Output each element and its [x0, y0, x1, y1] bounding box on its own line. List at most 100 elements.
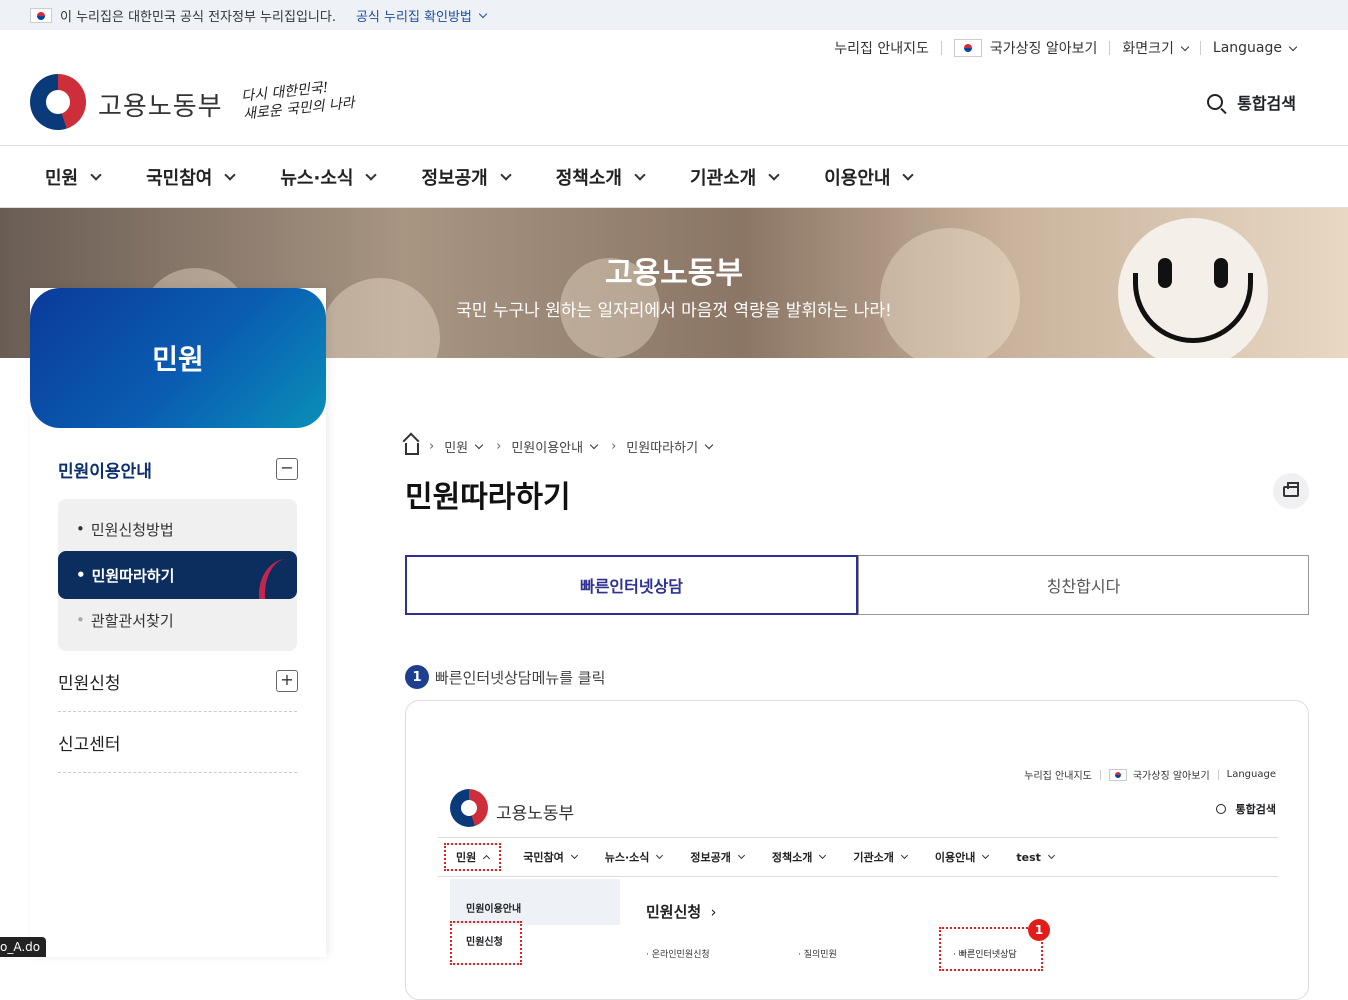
sidebar-title: 민원: [30, 288, 326, 428]
sidebar-section-report[interactable]: 신고센터: [58, 730, 121, 755]
ministry-logo-icon: [450, 789, 488, 827]
breadcrumb-separator: ›: [496, 439, 501, 454]
gnb-label: 정보공개: [421, 164, 487, 190]
breadcrumb-item[interactable]: 민원: [444, 437, 468, 456]
logo-text[interactable]: 고용노동부: [98, 86, 223, 123]
search-icon: [1216, 804, 1226, 814]
chevron-down-icon: [738, 852, 745, 859]
utility-links: 누리집 안내지도 국가상징 알아보기 화면크기 Language: [834, 38, 1296, 58]
sidebar-section-apply[interactable]: 민원신청: [58, 669, 121, 694]
gnb-item-civil[interactable]: 민원: [45, 164, 100, 190]
divider: [941, 41, 942, 55]
gnb-label: 기관소개: [690, 164, 756, 190]
step-heading: 1 빠른인터넷상담메뉴를 클릭: [405, 665, 605, 689]
chevron-down-icon: [90, 169, 101, 180]
mini-menu-item: · 온라인민원신청: [646, 947, 710, 960]
search-label: 통합검색: [1237, 90, 1296, 114]
search-button[interactable]: 통합검색: [1207, 90, 1296, 114]
mini-search-label: 통합검색: [1236, 801, 1276, 817]
zoom-menu[interactable]: 화면크기: [1122, 38, 1174, 58]
gnb-item-about[interactable]: 기관소개: [690, 164, 778, 190]
chevron-down-icon[interactable]: [590, 441, 598, 449]
search-icon: [1207, 94, 1223, 110]
expand-icon[interactable]: +: [276, 670, 298, 692]
divider: [1100, 770, 1101, 780]
chevron-down-icon: [1181, 42, 1189, 50]
breadcrumb: › 민원 › 민원이용안내 › 민원따라하기: [405, 437, 712, 456]
mini-gnb-label: 이용안내: [935, 849, 975, 865]
ministry-logo-icon[interactable]: [30, 74, 86, 130]
korea-flag-icon: [30, 8, 52, 23]
slogan: 다시 대한민국! 새로운 국민의 나라: [240, 76, 355, 124]
gnb-label: 민원: [45, 164, 78, 190]
page-title: 민원따라하기: [405, 472, 571, 516]
mini-gnb-item: test: [1016, 851, 1054, 864]
gnb-item-policy[interactable]: 정책소개: [556, 164, 644, 190]
chevron-up-icon: [483, 855, 490, 862]
print-button[interactable]: [1273, 473, 1309, 509]
mini-gnb-label: 정책소개: [772, 849, 812, 865]
mini-gnb-label: test: [1016, 851, 1041, 864]
chevron-down-icon: [819, 852, 826, 859]
print-icon: [1283, 486, 1299, 497]
divider: [1109, 41, 1110, 55]
mini-symbol: 국가상징 알아보기: [1133, 767, 1210, 782]
divider: [58, 711, 297, 712]
gnb-item-guide[interactable]: 이용안내: [824, 164, 912, 190]
mini-utility: 누리집 안내지도 국가상징 알아보기 Language: [1024, 767, 1276, 782]
gnb-item-disclosure[interactable]: 정보공개: [421, 164, 509, 190]
mini-gnb-item: 국민참여: [523, 849, 576, 865]
mini-gnb-label: 뉴스·소식: [605, 849, 650, 865]
mini-gnb-item: 정책소개: [772, 849, 825, 865]
breadcrumb-item[interactable]: 민원따라하기: [626, 437, 698, 456]
mini-language: Language: [1227, 769, 1276, 780]
mini-gnb-label: 민원: [456, 849, 476, 865]
mini-sitemap: 누리집 안내지도: [1024, 767, 1092, 782]
sidebar-item-apply-method[interactable]: •민원신청방법: [58, 505, 297, 553]
mini-left-active: 민원이용안내: [450, 879, 620, 925]
home-icon[interactable]: [405, 443, 419, 455]
mini-gnb-label: 국민참여: [523, 849, 563, 865]
collapse-icon[interactable]: −: [276, 458, 298, 480]
step-badge: 1: [1028, 919, 1050, 941]
main-navigation: 민원 국민참여 뉴스·소식 정보공개 정책소개 기관소개 이용안내: [0, 145, 1348, 208]
mini-gnb-item: 민원: [450, 849, 495, 865]
mini-panel-title-text: 민원신청: [646, 903, 701, 921]
gnb-label: 국민참여: [146, 164, 212, 190]
chevron-down-icon[interactable]: [705, 441, 713, 449]
gnb-label: 이용안내: [824, 164, 890, 190]
gnb-item-news[interactable]: 뉴스·소식: [280, 164, 375, 190]
chevron-down-icon: [1289, 42, 1297, 50]
mini-gnb-label: 정보공개: [690, 849, 730, 865]
tab-praise[interactable]: 칭찬합시다: [858, 555, 1309, 615]
mini-navigation: 민원 국민참여 뉴스·소식 정보공개 정책소개 기관소개 이용안내 test: [438, 837, 1278, 877]
chevron-down-icon: [634, 169, 645, 180]
korea-flag-icon: [954, 39, 982, 57]
mini-left-highlight: 민원신청: [452, 923, 520, 963]
breadcrumb-separator: ›: [429, 439, 434, 454]
hero-title: 고용노동부: [0, 248, 1348, 292]
sidebar-item-label: 민원신청방법: [91, 519, 174, 540]
sidebar-section-guide[interactable]: 민원이용안내: [58, 457, 152, 482]
sitemap-link[interactable]: 누리집 안내지도: [834, 38, 929, 58]
mini-gnb-item: 뉴스·소식: [605, 849, 663, 865]
chevron-down-icon: [769, 169, 780, 180]
mini-gnb-item: 정보공개: [690, 849, 743, 865]
national-symbol-link[interactable]: 국가상징 알아보기: [990, 38, 1098, 58]
sidebar-item-follow-along[interactable]: •민원따라하기: [58, 551, 297, 599]
gnb-item-participation[interactable]: 국민참여: [146, 164, 234, 190]
gov-banner: 이 누리집은 대한민국 공식 전자정부 누리집입니다. 공식 누리집 확인방법: [0, 0, 1348, 30]
sidebar-item-label: 민원따라하기: [92, 565, 175, 586]
tab-quick-consult[interactable]: 빠른인터넷상담: [405, 555, 858, 615]
mini-gnb-item: 이용안내: [935, 849, 988, 865]
chevron-down-icon[interactable]: [475, 441, 483, 449]
chevron-down-icon: [225, 169, 236, 180]
language-menu[interactable]: Language: [1213, 40, 1282, 56]
gov-verify-link[interactable]: 공식 누리집 확인방법: [356, 6, 472, 25]
breadcrumb-separator: ›: [611, 439, 616, 454]
sidebar-item-find-office[interactable]: •관할관서찾기: [58, 596, 297, 644]
breadcrumb-item[interactable]: 민원이용안내: [511, 437, 583, 456]
chevron-down-icon: [1048, 852, 1055, 859]
mini-logo-text: 고용노동부: [496, 799, 574, 824]
sidebar: 민원 민원이용안내 − •민원신청방법 •민원따라하기 •관할관서찾기 민원신청…: [30, 288, 326, 957]
